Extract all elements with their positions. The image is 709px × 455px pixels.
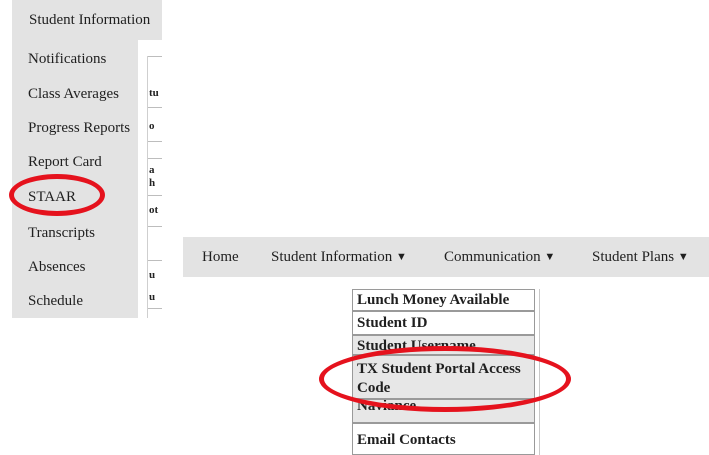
highlight-oval-staar xyxy=(9,174,105,216)
menu-item-label: Absences xyxy=(28,259,86,275)
nav-home-label: Home xyxy=(202,249,239,265)
divider xyxy=(148,107,162,108)
divider xyxy=(148,226,162,227)
cut-off-text: u xyxy=(149,269,156,281)
chevron-down-icon: ▼ xyxy=(395,251,407,263)
menu-item-label: Progress Reports xyxy=(28,120,131,136)
nav-student-information[interactable]: Student Information ▼ xyxy=(271,237,407,278)
cut-off-text: ot xyxy=(149,204,159,216)
nav-communication[interactable]: Communication ▼ xyxy=(444,237,555,278)
menu-item-class-averages[interactable]: Class Averages xyxy=(12,77,138,111)
menu-item-schedule[interactable]: Schedule xyxy=(12,284,138,318)
menu-item-label: Transcripts xyxy=(28,225,95,241)
top-navbar: Home Student Information ▼ Communication… xyxy=(183,237,709,277)
menu-item-label: Schedule xyxy=(28,293,83,309)
nav-home[interactable]: Home xyxy=(202,237,239,277)
menu-item-transcripts[interactable]: Transcripts xyxy=(12,216,138,250)
row-label: Student ID xyxy=(357,315,428,331)
nav-student-plans-label: Student Plans xyxy=(592,249,675,265)
menu-item-absences[interactable]: Absences xyxy=(12,250,138,284)
menu-item-notifications[interactable]: Notifications xyxy=(12,42,138,76)
student-information-text: Student Information xyxy=(29,12,151,28)
row-label: Lunch Money Available xyxy=(357,292,510,308)
nav-student-information-label: Student Information xyxy=(271,249,393,265)
cut-off-text: o xyxy=(149,120,155,132)
table-row-email-contacts[interactable]: Email Contacts xyxy=(352,423,535,455)
page-content-behind-menu: tu o a h ot u u xyxy=(138,40,162,318)
divider xyxy=(148,56,162,57)
menu-item-progress-reports[interactable]: Progress Reports xyxy=(12,111,138,145)
divider xyxy=(148,141,162,142)
cut-off-text: u xyxy=(149,291,156,303)
nav-student-plans[interactable]: Student Plans ▼ xyxy=(592,237,689,278)
divider xyxy=(148,195,162,196)
menu-item-label: Notifications xyxy=(28,51,107,67)
menu-item-report-card[interactable]: Report Card xyxy=(12,145,138,179)
divider xyxy=(148,158,162,159)
menu-item-label: Class Averages xyxy=(28,86,119,102)
cut-off-text: tu xyxy=(149,87,159,99)
highlight-oval-portal-access-code xyxy=(319,346,571,412)
chevron-down-icon: ▼ xyxy=(544,251,556,263)
table-row-student-id[interactable]: Student ID xyxy=(352,311,535,335)
table-border xyxy=(147,56,148,318)
chevron-down-icon: ▼ xyxy=(677,251,689,263)
divider xyxy=(148,308,162,309)
student-information-menu-button[interactable]: Student Information ▼ xyxy=(12,0,162,65)
row-label: Email Contacts xyxy=(357,432,456,448)
divider xyxy=(148,260,162,261)
cut-off-text: a xyxy=(149,164,155,176)
cut-off-text: h xyxy=(149,177,156,189)
nav-communication-label: Communication xyxy=(444,249,541,265)
table-row-lunch-money[interactable]: Lunch Money Available xyxy=(352,289,535,311)
